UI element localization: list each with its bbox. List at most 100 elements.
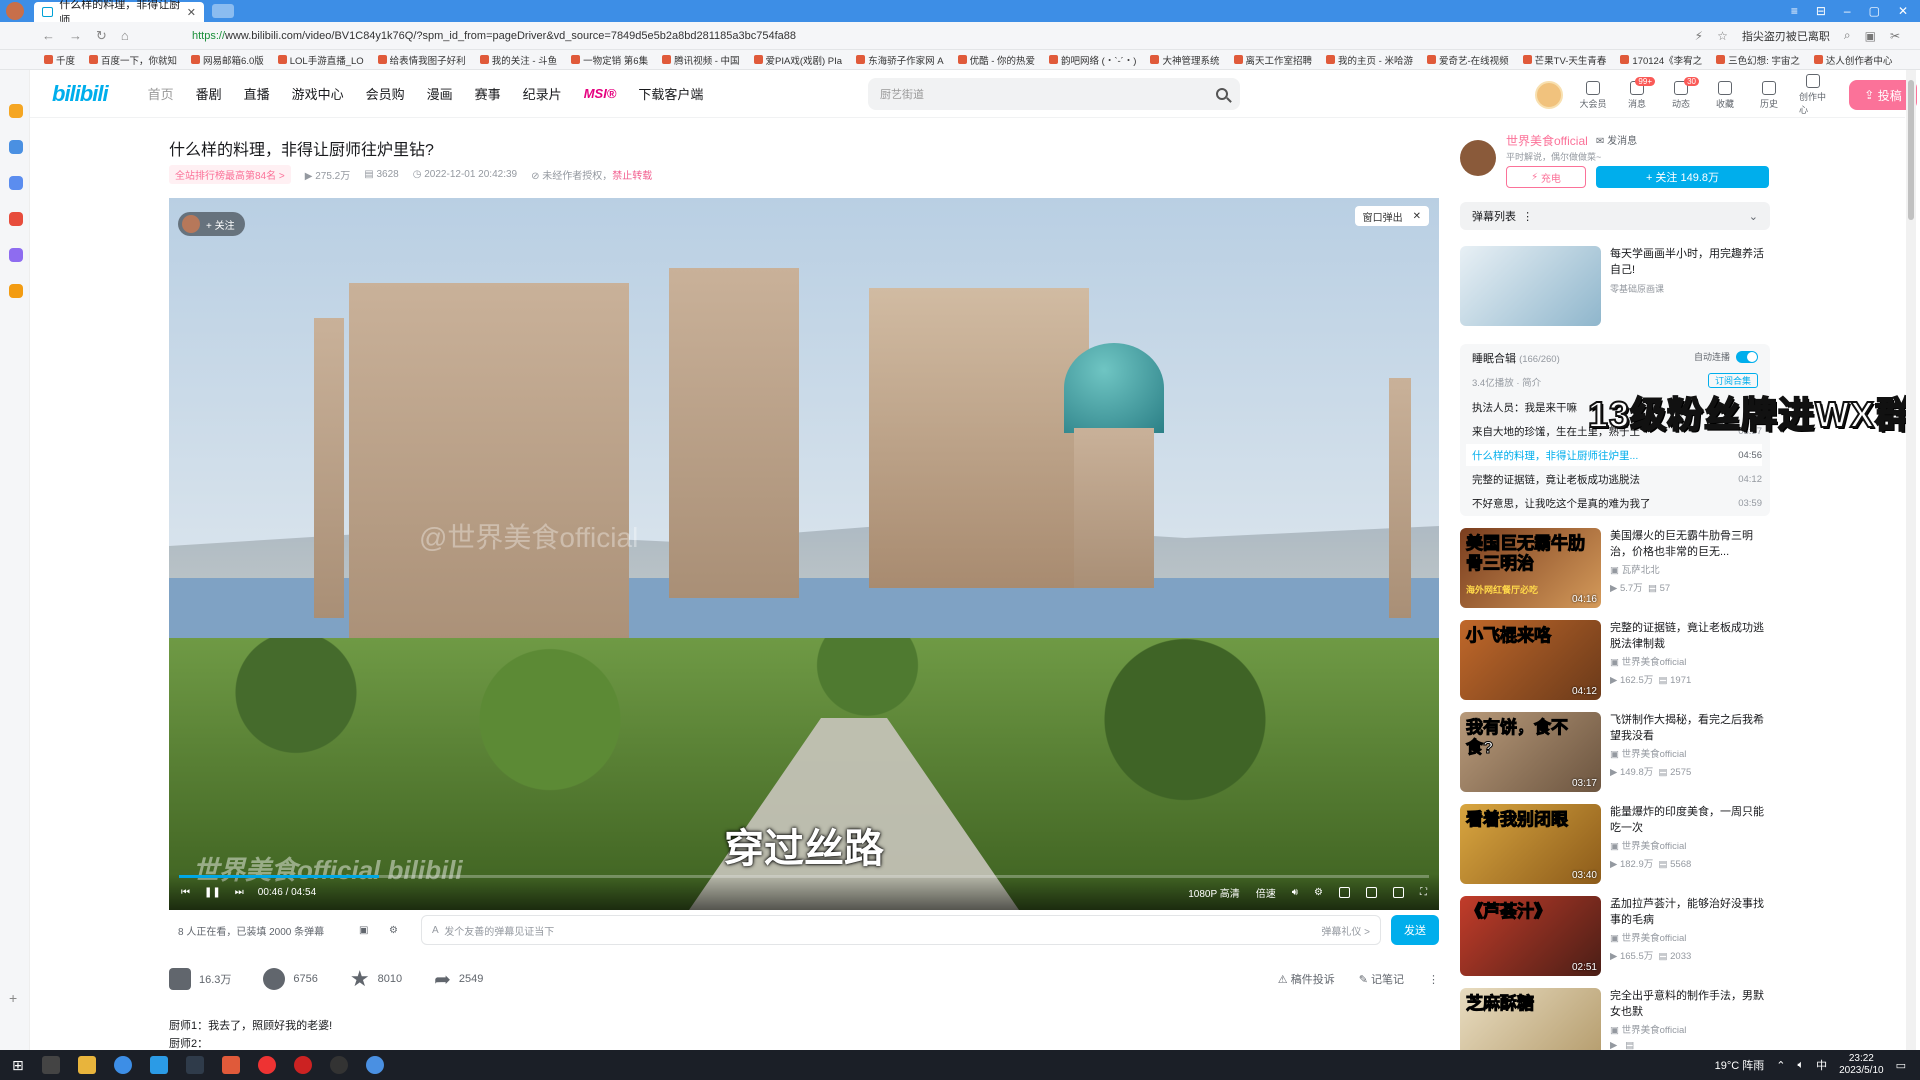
bookmark-item[interactable]: LOL手游直播_LO	[277, 53, 364, 67]
recommended-video[interactable]: 《芦荟汁》 02:51 孟加拉芦荟汁，能够治好没事找事的毛病 ▣ 世界美食offici…	[1460, 896, 1770, 976]
bookmark-item[interactable]: 韵吧网络 (・`-´・)	[1049, 53, 1136, 67]
bookmark-item[interactable]: 爱PIA戏(戏剧) PIa	[753, 53, 842, 67]
danmaku-toggle-icon[interactable]: ▣	[359, 925, 368, 936]
extension-icon[interactable]: ▣	[1865, 29, 1876, 43]
widescreen-icon[interactable]	[1366, 886, 1377, 898]
nav-home[interactable]: 首页	[148, 84, 174, 103]
header-messages[interactable]: 99+ 消息	[1623, 76, 1655, 110]
report-button[interactable]: ⚠ 稿件投诉	[1278, 971, 1335, 987]
bookmark-item[interactable]: 芒果TV-天生青春	[1522, 53, 1606, 67]
charge-button[interactable]: ⚡ 充电	[1506, 166, 1586, 188]
sidebar-app-icon[interactable]	[9, 284, 23, 298]
back-icon[interactable]: ←	[42, 28, 55, 44]
restore-icon[interactable]: ⊟	[1816, 4, 1826, 18]
like-button[interactable]: 16.3万	[169, 968, 231, 990]
close-window-icon[interactable]: ✕	[1898, 4, 1908, 18]
app-icon[interactable]	[329, 1056, 348, 1074]
rec-uploader[interactable]: ▣ 世界美食official	[1610, 1022, 1686, 1036]
quality-button[interactable]: 1080P 高清	[1188, 885, 1240, 900]
sidebar-app-icon[interactable]	[9, 212, 23, 226]
recommended-video[interactable]: 小飞棍来咯 04:12 完整的证据链，竟让老板成功逃脱法律制裁 ▣ 世界美食offic…	[1460, 620, 1770, 700]
follow-button[interactable]: + 关注 149.8万	[1596, 166, 1769, 188]
rec-title[interactable]: 美国爆火的巨无霸牛肋骨三明治，价格也非常的巨无...	[1610, 528, 1770, 560]
minimize-icon[interactable]: –	[1844, 4, 1851, 18]
app-icon[interactable]	[365, 1056, 384, 1074]
bookmark-item[interactable]: 爱奇艺-在线视频	[1426, 53, 1509, 67]
more-icon[interactable]: ⋮	[1428, 973, 1439, 986]
bookmark-item[interactable]: 三色幻想: 宇宙之	[1716, 53, 1800, 67]
bookmark-item[interactable]: 给表情我图子好利	[377, 53, 466, 67]
player-follow-chip[interactable]: + 关注	[178, 212, 245, 236]
danmaku-settings-icon[interactable]: ⚙	[389, 925, 398, 936]
rec-uploader[interactable]: ▣ 世界美食official	[1610, 654, 1686, 668]
forward-icon[interactable]: →	[69, 28, 82, 44]
danmaku-input[interactable]: A 发个友善的弹幕见证当下 弹幕礼仪 >	[421, 915, 1381, 945]
nav-documentary[interactable]: 纪录片	[523, 84, 562, 103]
popout-button[interactable]: 窗口弹出 ✕	[1354, 206, 1429, 226]
nav-shop[interactable]: 会员购	[366, 84, 405, 103]
clock[interactable]: 23:22 2023/5/10	[1839, 1053, 1884, 1077]
recommended-video[interactable]: 看着我别闭眼 03:40 能量爆炸的印度美食，一周只能吃一次 ▣ 世界美食offici…	[1460, 804, 1770, 884]
header-creator-center[interactable]: 创作中心	[1799, 74, 1827, 116]
playlist-item[interactable]: 完整的证据链，竟让老板成功逃脱法 04:12	[1472, 468, 1762, 490]
toggle-switch[interactable]	[1736, 350, 1758, 363]
search-icon[interactable]: ⌕	[1844, 28, 1851, 43]
star-icon[interactable]: ☆	[1717, 29, 1728, 43]
volume-icon[interactable]: 🔈︎	[1797, 1059, 1804, 1072]
search-icon[interactable]	[1216, 88, 1228, 100]
new-tab-button[interactable]	[212, 4, 234, 18]
nav-esports[interactable]: 赛事	[475, 84, 501, 103]
danmaku-etiquette-link[interactable]: 弹幕礼仪 >	[1321, 923, 1370, 938]
volume-icon[interactable]: 🔊︎	[1292, 887, 1298, 898]
font-icon[interactable]: A	[432, 925, 444, 936]
recommended-video[interactable]: 我有饼，食不食? 03:17 飞饼制作大揭秘，看完之后我希望我没看 ▣ 世界美食off…	[1460, 712, 1770, 792]
rec-thumbnail[interactable]: 我有饼，食不食? 03:17	[1460, 712, 1601, 792]
bookmark-item[interactable]: 170124《李宥之	[1620, 53, 1702, 67]
header-vip[interactable]: 大会员	[1579, 80, 1607, 110]
rec-title[interactable]: 孟加拉芦荟汁，能够治好没事找事的毛病	[1610, 896, 1770, 928]
next-icon[interactable]: ⏭	[235, 887, 244, 898]
prev-icon[interactable]: ⏮	[181, 887, 190, 898]
nav-manga[interactable]: 漫画	[427, 84, 453, 103]
rec-uploader[interactable]: ▣ 瓦萨北北	[1610, 562, 1660, 576]
bookmark-item[interactable]: 千度	[44, 53, 75, 67]
recommended-video[interactable]: 美国巨无霸牛肋骨三明治 海外网红餐厅必吃 04:16 美国爆火的巨无霸牛肋骨三明治，价…	[1460, 528, 1770, 608]
sidebar-app-icon[interactable]	[9, 104, 23, 118]
windows-start-icon[interactable]: ⊞	[12, 1057, 24, 1074]
app-icon[interactable]	[257, 1056, 276, 1074]
bookmark-item[interactable]: 百度一下，你就知	[89, 53, 177, 67]
autoplay-toggle[interactable]: 自动连播	[1694, 350, 1758, 363]
chevron-up-icon[interactable]: ⌃	[1776, 1059, 1785, 1072]
uploader-avatar[interactable]	[1460, 140, 1496, 176]
lightning-icon[interactable]: ⚡	[1695, 29, 1703, 43]
danmaku-list-header[interactable]: 弹幕列表 ⋮ ⌄	[1460, 202, 1770, 230]
fullscreen-icon[interactable]: ⛶	[1420, 887, 1427, 898]
nav-game-center[interactable]: 游戏中心	[292, 84, 344, 103]
address-hint[interactable]: 指尖盗刃被已离职	[1742, 28, 1830, 44]
rank-badge[interactable]: 全站排行榜最高第84名 >	[169, 165, 291, 184]
home-icon[interactable]: ⌂	[121, 28, 129, 44]
sidebar-app-icon[interactable]	[9, 176, 23, 190]
search-input[interactable]: 厨艺街道	[868, 78, 1240, 110]
bookmark-item[interactable]: 大神管理系统	[1150, 53, 1220, 67]
bilibili-logo[interactable]: bilibili	[52, 81, 109, 107]
web-fullscreen-icon[interactable]	[1393, 886, 1404, 898]
pip-icon[interactable]	[1339, 886, 1350, 898]
bookmark-item[interactable]: 网易邮箱6.0版	[191, 53, 264, 67]
uploader-name[interactable]: 世界美食official	[1506, 132, 1588, 149]
weather[interactable]: 19°C 阵雨	[1715, 1057, 1765, 1073]
rec-thumbnail[interactable]: 看着我别闭眼 03:40	[1460, 804, 1601, 884]
sidebar-add-icon[interactable]: +	[9, 990, 23, 1006]
settings-icon[interactable]: ⚙	[1314, 887, 1323, 898]
app-icon[interactable]	[293, 1056, 312, 1074]
rec-thumbnail[interactable]: 《芦荟汁》 02:51	[1460, 896, 1601, 976]
video-player[interactable]: @世界美食official 穿过丝路 世界美食official bilibili…	[169, 198, 1439, 910]
bookmark-item[interactable]: 一物定销 第6集	[571, 53, 648, 67]
rec-uploader[interactable]: ▣ 世界美食official	[1610, 746, 1686, 760]
ad-card[interactable]: 每天学画画半小时，用完趣养活自己! 零基础原画课	[1460, 246, 1770, 326]
ime-indicator[interactable]: 中	[1816, 1057, 1827, 1073]
send-danmaku-button[interactable]: 发送	[1391, 915, 1439, 945]
favorite-button[interactable]: ★ 8010	[350, 966, 402, 992]
page-scrollbar[interactable]	[1906, 70, 1916, 1050]
speed-button[interactable]: 倍速	[1256, 885, 1276, 900]
